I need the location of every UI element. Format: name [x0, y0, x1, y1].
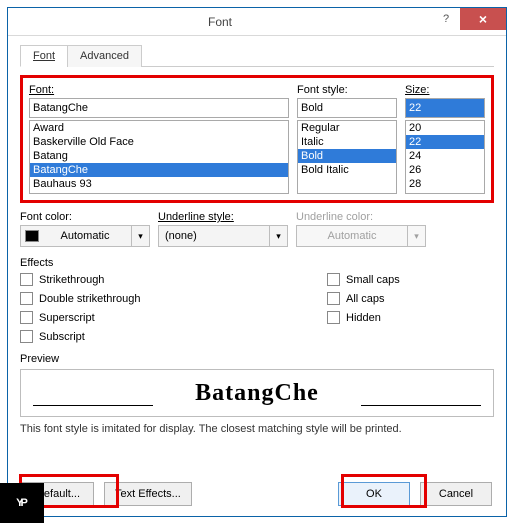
- checkbox-icon: [327, 273, 340, 286]
- underline-color-combo: Automatic ▾: [296, 225, 426, 247]
- size-label: Size:: [405, 84, 485, 96]
- checkbox-icon: [20, 311, 33, 324]
- chk-small-caps[interactable]: Small caps: [327, 273, 494, 286]
- text-effects-button[interactable]: Text Effects...: [104, 482, 192, 506]
- underline-style-value: (none): [159, 230, 269, 242]
- size-input[interactable]: [405, 98, 485, 118]
- effects-group: Strikethrough Double strikethrough Super…: [20, 273, 494, 343]
- checkbox-icon: [20, 292, 33, 305]
- list-item[interactable]: Bold: [298, 149, 396, 163]
- underline-style-combo[interactable]: (none) ▾: [158, 225, 288, 247]
- chk-hidden[interactable]: Hidden: [327, 311, 494, 324]
- list-item[interactable]: Award: [30, 121, 288, 135]
- close-button[interactable]: ×: [460, 8, 506, 30]
- list-item[interactable]: 22: [406, 135, 484, 149]
- title-bar: Font ? ×: [8, 8, 506, 36]
- font-color-combo[interactable]: Automatic ▾: [20, 225, 150, 247]
- font-color-label: Font color:: [20, 211, 150, 223]
- tab-strip: Font Advanced: [20, 44, 494, 67]
- font-label: Font:: [29, 84, 289, 96]
- list-item[interactable]: Bauhaus 93: [30, 177, 288, 191]
- preview-text: BatangChe: [195, 380, 319, 407]
- list-item[interactable]: BatangChe: [30, 163, 288, 177]
- underline-color-value: Automatic: [297, 230, 407, 242]
- font-list[interactable]: Award Baskerville Old Face Batang Batang…: [29, 120, 289, 194]
- font-input[interactable]: [29, 98, 289, 118]
- list-item[interactable]: 20: [406, 121, 484, 135]
- watermark-logo: YP: [0, 483, 44, 523]
- chevron-down-icon: ▾: [407, 226, 425, 246]
- list-item[interactable]: Bold Italic: [298, 163, 396, 177]
- list-item[interactable]: 28: [406, 177, 484, 191]
- tab-font[interactable]: Font: [20, 45, 68, 67]
- font-style-label: Font style:: [297, 84, 397, 96]
- cancel-button[interactable]: Cancel: [420, 482, 492, 506]
- font-style-list[interactable]: Regular Italic Bold Bold Italic: [297, 120, 397, 194]
- chk-double-strike[interactable]: Double strikethrough: [20, 292, 187, 305]
- effects-label: Effects: [20, 257, 494, 269]
- list-item[interactable]: Regular: [298, 121, 396, 135]
- checkbox-icon: [327, 311, 340, 324]
- color-swatch-icon: [25, 230, 39, 242]
- button-row: Default... Text Effects... OK Cancel: [22, 482, 492, 506]
- preview-note: This font style is imitated for display.…: [20, 423, 494, 435]
- underline-color-label: Underline color:: [296, 211, 426, 223]
- chk-subscript[interactable]: Subscript: [20, 330, 187, 343]
- font-dialog: Font ? × Font Advanced Font: Award Baske…: [7, 7, 507, 517]
- list-item[interactable]: Batang: [30, 149, 288, 163]
- ok-button[interactable]: OK: [338, 482, 410, 506]
- chk-strikethrough[interactable]: Strikethrough: [20, 273, 187, 286]
- font-color-value: Automatic: [39, 230, 131, 242]
- list-item[interactable]: 26: [406, 163, 484, 177]
- checkbox-icon: [20, 330, 33, 343]
- tab-advanced-label: Advanced: [80, 50, 129, 62]
- checkbox-icon: [327, 292, 340, 305]
- chevron-down-icon: ▾: [131, 226, 149, 246]
- dialog-content: Font Advanced Font: Award Baskerville Ol…: [8, 36, 506, 447]
- font-selection-area: Font: Award Baskerville Old Face Batang …: [20, 75, 494, 203]
- chk-all-caps[interactable]: All caps: [327, 292, 494, 305]
- chevron-down-icon: ▾: [269, 226, 287, 246]
- font-style-input[interactable]: [297, 98, 397, 118]
- chk-superscript[interactable]: Superscript: [20, 311, 187, 324]
- tab-advanced[interactable]: Advanced: [67, 45, 142, 67]
- size-list[interactable]: 20 22 24 26 28: [405, 120, 485, 194]
- dialog-title: Font: [8, 15, 432, 29]
- tab-font-label: Font: [33, 50, 55, 62]
- list-item[interactable]: Italic: [298, 135, 396, 149]
- list-item[interactable]: Baskerville Old Face: [30, 135, 288, 149]
- preview-box: BatangChe: [20, 369, 494, 417]
- underline-style-label: Underline style:: [158, 211, 288, 223]
- help-button[interactable]: ?: [432, 8, 460, 30]
- preview-label: Preview: [20, 353, 494, 365]
- checkbox-icon: [20, 273, 33, 286]
- list-item[interactable]: 24: [406, 149, 484, 163]
